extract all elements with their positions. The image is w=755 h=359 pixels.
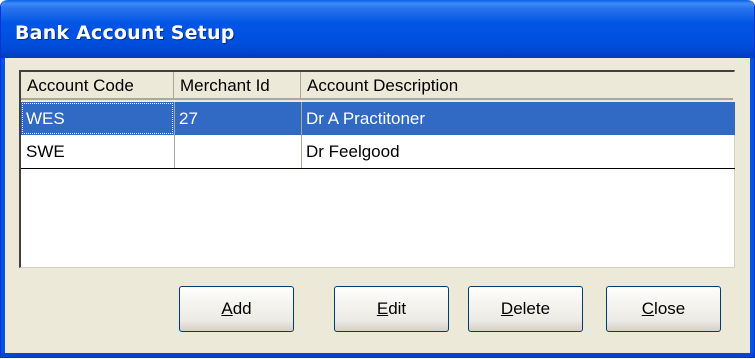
close-button-accel: C bbox=[641, 299, 655, 318]
add-button-accel: A bbox=[221, 299, 233, 318]
window-frame-left bbox=[1, 58, 5, 357]
column-header-account-code[interactable]: Account Code bbox=[21, 72, 174, 100]
column-header-account-description[interactable]: Account Description bbox=[301, 72, 733, 100]
table-row[interactable]: WES 27 Dr A Practitoner bbox=[21, 102, 735, 135]
list-header: Account Code Merchant Id Account Descrip… bbox=[21, 72, 735, 102]
account-code-cell: SWE bbox=[26, 142, 65, 161]
delete-button[interactable]: Delete bbox=[468, 286, 583, 332]
close-button-label: lose bbox=[654, 299, 686, 318]
column-divider bbox=[174, 102, 175, 168]
add-button-label: dd bbox=[232, 299, 252, 318]
merchant-id-cell bbox=[174, 135, 301, 168]
merchant-id-cell: 27 bbox=[179, 109, 198, 128]
account-code-cell: WES bbox=[21, 102, 174, 135]
bank-account-setup-dialog: Bank Account Setup Account Code Merchant… bbox=[0, 0, 755, 358]
column-header-merchant-id[interactable]: Merchant Id bbox=[174, 72, 301, 100]
title-bar[interactable]: Bank Account Setup bbox=[1, 0, 754, 58]
edit-button[interactable]: Edit bbox=[334, 286, 449, 332]
window-frame-right bbox=[750, 58, 754, 357]
delete-button-accel: D bbox=[500, 299, 514, 318]
window-title: Bank Account Setup bbox=[15, 22, 235, 44]
column-divider bbox=[301, 102, 302, 168]
table-row[interactable]: SWE Dr Feelgood bbox=[21, 135, 735, 169]
window-frame-bottom bbox=[1, 353, 754, 357]
edit-button-label: dit bbox=[388, 299, 407, 318]
delete-button-label: elete bbox=[513, 299, 551, 318]
account-description-cell: Dr Feelgood bbox=[306, 142, 400, 161]
edit-button-accel: E bbox=[376, 299, 389, 318]
add-button[interactable]: Add bbox=[179, 286, 294, 332]
close-button[interactable]: Close bbox=[606, 286, 721, 332]
account-list[interactable]: Account Code Merchant Id Account Descrip… bbox=[19, 70, 735, 268]
account-description-cell: Dr A Practitoner bbox=[306, 109, 426, 128]
